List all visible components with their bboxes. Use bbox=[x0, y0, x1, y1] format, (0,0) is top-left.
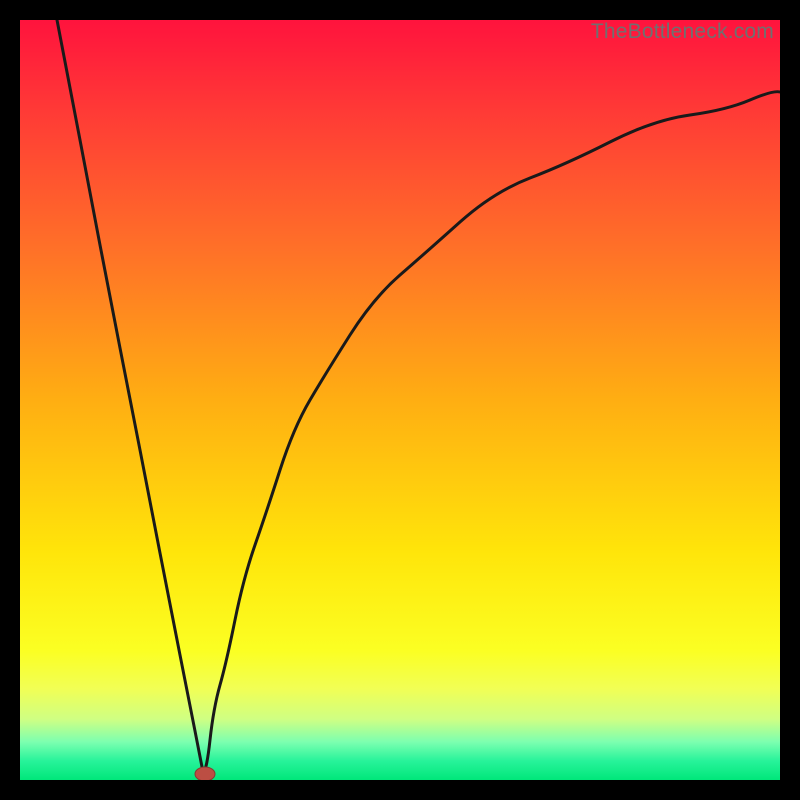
chart-frame: TheBottleneck.com bbox=[20, 20, 780, 780]
watermark-text: TheBottleneck.com bbox=[591, 20, 774, 44]
optimal-point-marker bbox=[195, 767, 215, 780]
gradient-background bbox=[20, 20, 780, 780]
bottleneck-chart bbox=[20, 20, 780, 780]
